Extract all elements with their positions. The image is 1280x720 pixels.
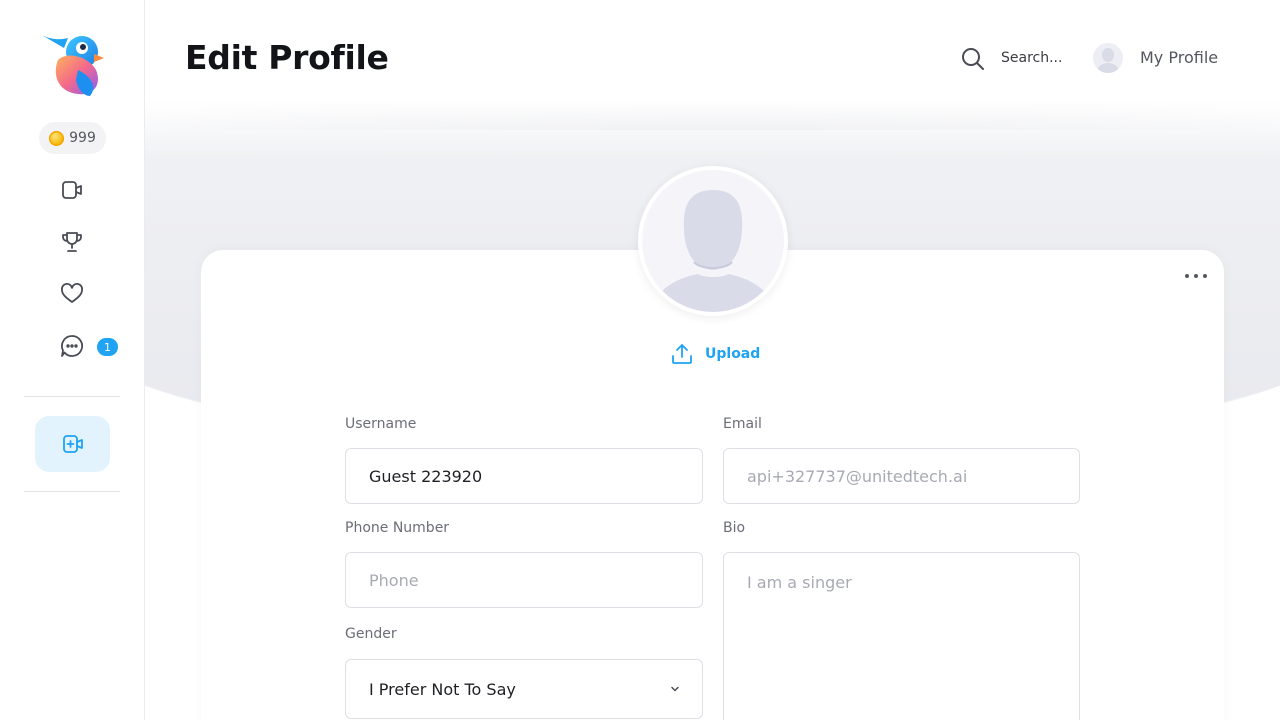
bio-label: Bio	[723, 520, 746, 536]
trophy-icon	[62, 232, 82, 252]
app-logo[interactable]	[38, 30, 108, 100]
chevron-down-icon	[671, 686, 679, 692]
profile-avatar[interactable]	[638, 166, 788, 316]
my-profile-link[interactable]: My Profile	[1140, 48, 1218, 67]
gender-label: Gender	[345, 626, 397, 642]
username-label: Username	[345, 416, 417, 432]
phone-field[interactable]: Phone	[345, 552, 703, 608]
gender-select[interactable]: I Prefer Not To Say	[345, 659, 703, 719]
sidebar-item-messages[interactable]	[58, 332, 86, 360]
search-input[interactable]: Search...	[1001, 50, 1062, 66]
unread-badge: 1	[97, 338, 118, 356]
search-icon[interactable]	[960, 46, 986, 72]
more-options-icon[interactable]	[1185, 268, 1207, 284]
upload-icon	[672, 344, 692, 364]
sidebar-item-favorites[interactable]	[58, 280, 86, 308]
sidebar-divider	[24, 396, 120, 397]
chat-icon	[61, 335, 83, 357]
sidebar: 999 1	[0, 0, 145, 720]
coin-count: 999	[69, 130, 96, 146]
bio-field[interactable]: I am a singer	[723, 552, 1080, 720]
heart-icon	[61, 283, 83, 303]
video-icon	[62, 181, 82, 199]
upload-button[interactable]: Upload	[670, 342, 760, 366]
add-video-icon	[62, 435, 83, 453]
email-label: Email	[723, 416, 762, 432]
page-title: Edit Profile	[185, 38, 389, 77]
coin-balance[interactable]: 999	[39, 122, 106, 154]
coin-icon	[49, 130, 65, 146]
sidebar-item-video[interactable]	[58, 176, 86, 204]
email-field[interactable]: api+327737@unitedtech.ai	[723, 448, 1080, 504]
sidebar-divider	[24, 491, 120, 492]
upload-label: Upload	[705, 346, 761, 362]
gender-value: I Prefer Not To Say	[369, 679, 516, 699]
create-button[interactable]	[35, 416, 110, 472]
sidebar-item-leaderboard[interactable]	[58, 228, 86, 256]
username-field[interactable]: Guest 223920	[345, 448, 703, 504]
avatar[interactable]	[1093, 43, 1123, 73]
phone-label: Phone Number	[345, 520, 450, 536]
